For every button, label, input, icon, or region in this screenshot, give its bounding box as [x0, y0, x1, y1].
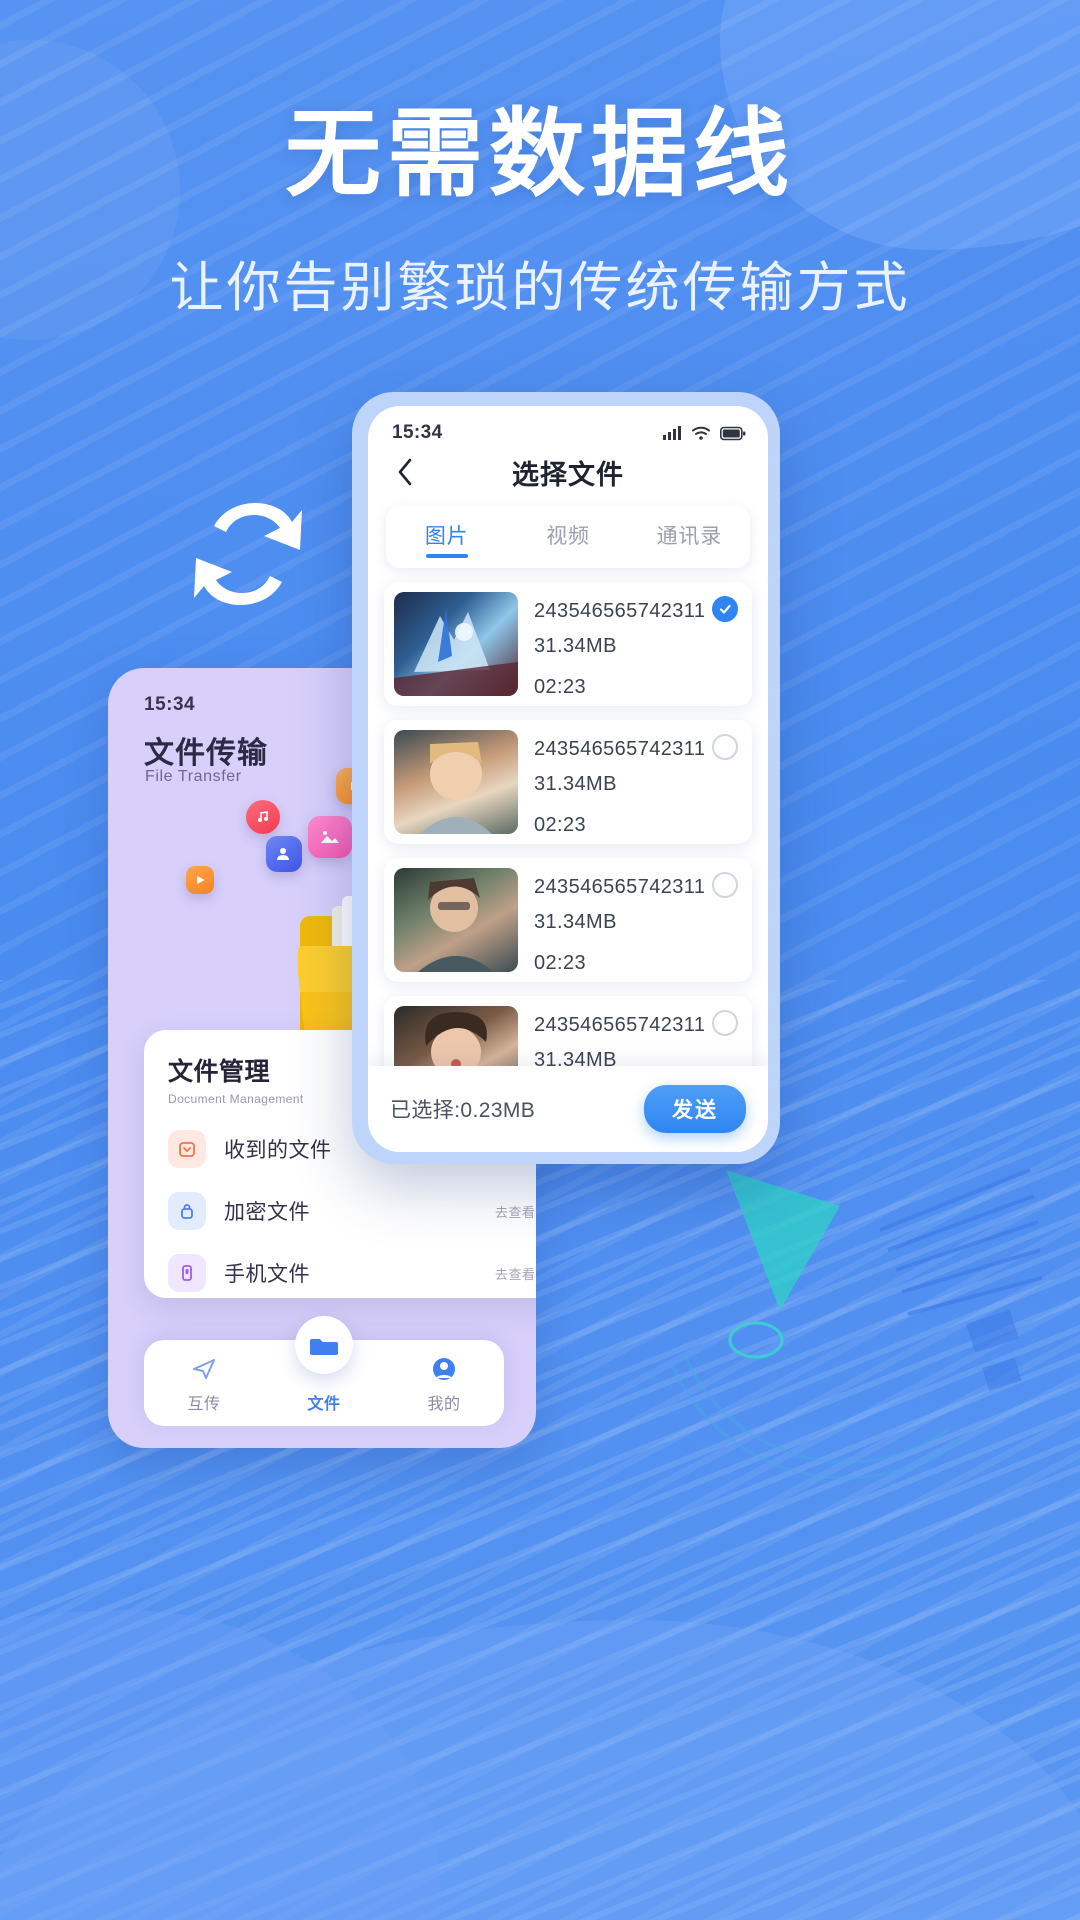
front-phone-screen: 15:34 选择文件 图片 视频 通讯录 243546565742311 31.… [368, 406, 768, 1152]
file-name: 243546565742311 [534, 600, 706, 622]
video-chip-icon [186, 866, 214, 894]
music-chip-icon [246, 800, 280, 834]
page-title: 选择文件 [512, 459, 624, 490]
selected-size-label: 已选择:0.23MB [390, 1099, 536, 1122]
phone-icon [168, 1254, 206, 1292]
file-list-item[interactable]: 243546565742311 31.34MB 02:23 [384, 720, 752, 844]
file-info: 243546565742311 31.34MB 02:23 [534, 868, 742, 975]
battery-icon [720, 426, 746, 440]
file-size: 31.34MB [534, 773, 617, 795]
phone-files-action[interactable]: 去查看 › [495, 1264, 536, 1283]
phone-files-row[interactable]: 手机文件 去查看 › [168, 1254, 536, 1292]
nav-label-transfer: 互传 [187, 1396, 221, 1413]
file-select-checkbox[interactable] [712, 872, 738, 898]
promo-text-block: 无需数据线 让你告别繁琐的传统传输方式 [0, 104, 1080, 322]
front-phone-mockup: 15:34 选择文件 图片 视频 通讯录 243546565742311 31.… [352, 392, 780, 1164]
file-info: 243546565742311 31.34MB 02:23 [534, 730, 742, 837]
tab-images[interactable]: 图片 [386, 514, 507, 560]
back-phone-title: 文件传输 [144, 737, 268, 770]
signal-icon [663, 426, 681, 440]
contacts-chip-icon [266, 836, 302, 872]
nav-item-mine[interactable]: 我的 [394, 1354, 494, 1414]
folder-icon [310, 1339, 338, 1355]
file-name: 243546565742311 [534, 1014, 706, 1036]
file-select-checkbox[interactable] [712, 596, 738, 622]
photo-chip-icon [308, 816, 352, 858]
back-phone-status-time: 15:34 [144, 694, 196, 715]
back-phone-subtitle: File Transfer [145, 768, 242, 785]
file-select-checkbox[interactable] [712, 734, 738, 760]
nav-center-folder-button[interactable] [295, 1316, 353, 1374]
file-name: 243546565742311 [534, 738, 706, 760]
file-time: 02:23 [534, 814, 587, 836]
send-icon [193, 1359, 215, 1379]
back-phone-bottom-nav: 互传 文件 我的 [144, 1316, 504, 1426]
tab-contacts[interactable]: 通讯录 [629, 514, 750, 560]
file-size: 31.34MB [534, 911, 617, 933]
file-list: 243546565742311 31.34MB 02:23 2435465657… [384, 582, 752, 1120]
file-thumbnail [394, 868, 518, 972]
transfer-arrows-icon [194, 502, 302, 606]
file-type-tabs: 图片 视频 通讯录 [386, 506, 750, 568]
decorative-burst-graphic [668, 1168, 1043, 1480]
nav-item-transfer[interactable]: 互传 [154, 1354, 254, 1414]
front-phone-status-icons [662, 425, 746, 441]
tab-videos[interactable]: 视频 [507, 514, 628, 560]
file-time: 02:23 [534, 676, 587, 698]
lock-icon [168, 1192, 206, 1230]
file-thumbnail [394, 730, 518, 834]
promo-subheadline: 让你告别繁琐的传统传输方式 [169, 255, 911, 319]
promo-headline: 无需数据线 [285, 98, 795, 210]
phone-files-label: 手机文件 [224, 1263, 310, 1286]
encrypted-files-action[interactable]: 去查看 › [495, 1202, 536, 1221]
file-thumbnail [394, 592, 518, 696]
file-name: 243546565742311 [534, 876, 706, 898]
file-select-checkbox[interactable] [712, 1010, 738, 1036]
encrypted-files-label: 加密文件 [224, 1201, 310, 1224]
nav-label-files: 文件 [307, 1396, 341, 1413]
nav-label-mine: 我的 [427, 1396, 461, 1413]
file-list-item[interactable]: 243546565742311 31.34MB 02:23 [384, 582, 752, 706]
file-size: 31.34MB [534, 635, 617, 657]
user-icon [433, 1358, 455, 1380]
file-time: 02:23 [534, 952, 587, 974]
file-info: 243546565742311 31.34MB 02:23 [534, 592, 742, 699]
front-phone-status-time: 15:34 [392, 422, 443, 443]
file-list-item[interactable]: 243546565742311 31.34MB 02:23 [384, 858, 752, 982]
encrypted-files-row[interactable]: 加密文件 去查看 › [168, 1192, 536, 1230]
front-phone-status-bar: 15:34 [368, 406, 768, 444]
send-bar: 已选择:0.23MB 发送 [368, 1066, 768, 1152]
inbox-icon [168, 1130, 206, 1168]
wifi-icon [692, 426, 710, 440]
send-button[interactable]: 发送 [644, 1085, 746, 1133]
front-phone-header: 选择文件 [368, 444, 768, 496]
received-files-label: 收到的文件 [224, 1139, 332, 1162]
